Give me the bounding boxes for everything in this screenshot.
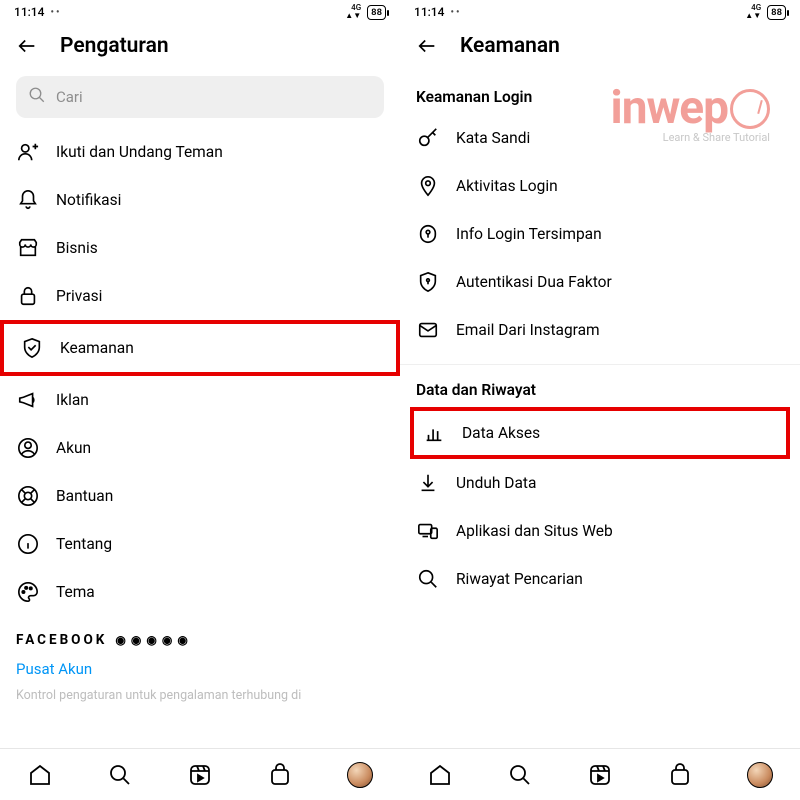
row-follow-invite[interactable]: Ikuti dan Undang Teman [0, 128, 400, 176]
avatar-icon [347, 762, 373, 788]
user-circle-icon [16, 436, 40, 460]
settings-screen: 11:14 •• 4G▲▼ 88 Pengaturan Cari Ikuti da… [0, 0, 400, 800]
tab-shop[interactable] [265, 760, 295, 790]
lock-icon [16, 284, 40, 308]
status-dots: •• [50, 7, 61, 18]
row-search-history[interactable]: Riwayat Pencarian [400, 555, 800, 603]
status-bar: 11:14 •• 4G▲▼ 88 [0, 0, 400, 22]
tab-profile[interactable] [345, 760, 375, 790]
row-privacy[interactable]: Privasi [0, 272, 400, 320]
download-icon [416, 471, 440, 495]
section-data-history: Data dan Riwayat [400, 365, 800, 407]
settings-list: Ikuti dan Undang Teman Notifikasi Bisnis… [0, 128, 400, 800]
battery-icon: 88 [767, 5, 786, 20]
tab-reels[interactable] [585, 760, 615, 790]
devices-icon [416, 519, 440, 543]
page-title: Pengaturan [60, 34, 169, 58]
header: Pengaturan [0, 22, 400, 72]
search-icon [28, 86, 46, 108]
row-notifications[interactable]: Notifikasi [0, 176, 400, 224]
tab-shop[interactable] [665, 760, 695, 790]
bottom-tabbar [400, 748, 800, 800]
status-dots: •• [450, 7, 461, 18]
back-button[interactable] [416, 35, 438, 57]
tab-home[interactable] [425, 760, 455, 790]
lifebuoy-icon [16, 484, 40, 508]
status-time: 11:14 [414, 5, 444, 19]
info-icon [16, 532, 40, 556]
megaphone-icon [16, 388, 40, 412]
network-icon: 4G▲▼ [345, 4, 361, 20]
mail-icon [416, 318, 440, 342]
row-apps-websites[interactable]: Aplikasi dan Situs Web [400, 507, 800, 555]
location-pin-icon [416, 174, 440, 198]
row-help[interactable]: Bantuan [0, 472, 400, 520]
row-password[interactable]: Kata Sandi [400, 114, 800, 162]
row-account[interactable]: Akun [0, 424, 400, 472]
key-icon [416, 126, 440, 150]
facebook-section-label: FACEBOOK ◉◉◉◉◉ [0, 616, 400, 654]
status-time: 11:14 [14, 5, 44, 19]
section-login-security: Keamanan Login [400, 72, 800, 114]
footnote-text: Kontrol pengaturan untuk pengalaman terh… [0, 684, 400, 707]
network-icon: 4G▲▼ [745, 4, 761, 20]
security-screen: 11:14 •• 4G▲▼ 88 Keamanan Keamanan Login … [400, 0, 800, 800]
row-theme[interactable]: Tema [0, 568, 400, 616]
row-ads[interactable]: Iklan [0, 376, 400, 424]
person-plus-icon [16, 140, 40, 164]
palette-icon [16, 580, 40, 604]
keyhole-icon [416, 222, 440, 246]
bell-icon [16, 188, 40, 212]
row-saved-login[interactable]: Info Login Tersimpan [400, 210, 800, 258]
back-button[interactable] [16, 35, 38, 57]
tab-search[interactable] [105, 760, 135, 790]
row-emails[interactable]: Email Dari Instagram [400, 306, 800, 354]
security-list: Keamanan Login Kata Sandi Aktivitas Logi… [400, 72, 800, 800]
battery-icon: 88 [367, 5, 386, 20]
row-download-data[interactable]: Unduh Data [400, 459, 800, 507]
tab-search[interactable] [505, 760, 535, 790]
row-two-factor[interactable]: Autentikasi Dua Faktor [400, 258, 800, 306]
row-login-activity[interactable]: Aktivitas Login [400, 162, 800, 210]
tab-reels[interactable] [185, 760, 215, 790]
row-about[interactable]: Tentang [0, 520, 400, 568]
row-access-data[interactable]: Data Akses [410, 407, 790, 459]
header: Keamanan [400, 22, 800, 72]
tab-home[interactable] [25, 760, 55, 790]
shield-check-icon [20, 336, 44, 360]
row-security[interactable]: Keamanan [0, 320, 400, 376]
shield-lock-icon [416, 270, 440, 294]
search-history-icon [416, 567, 440, 591]
bar-chart-icon [422, 421, 446, 445]
tab-profile[interactable] [745, 760, 775, 790]
bottom-tabbar [0, 748, 400, 800]
facebook-product-icons: ◉◉◉◉◉ [115, 633, 187, 647]
search-placeholder: Cari [56, 88, 83, 106]
avatar-icon [747, 762, 773, 788]
storefront-icon [16, 236, 40, 260]
page-title: Keamanan [460, 34, 560, 58]
search-input[interactable]: Cari [16, 76, 384, 118]
accounts-center-link[interactable]: Pusat Akun [0, 654, 400, 684]
row-business[interactable]: Bisnis [0, 224, 400, 272]
status-bar: 11:14 •• 4G▲▼ 88 [400, 0, 800, 22]
